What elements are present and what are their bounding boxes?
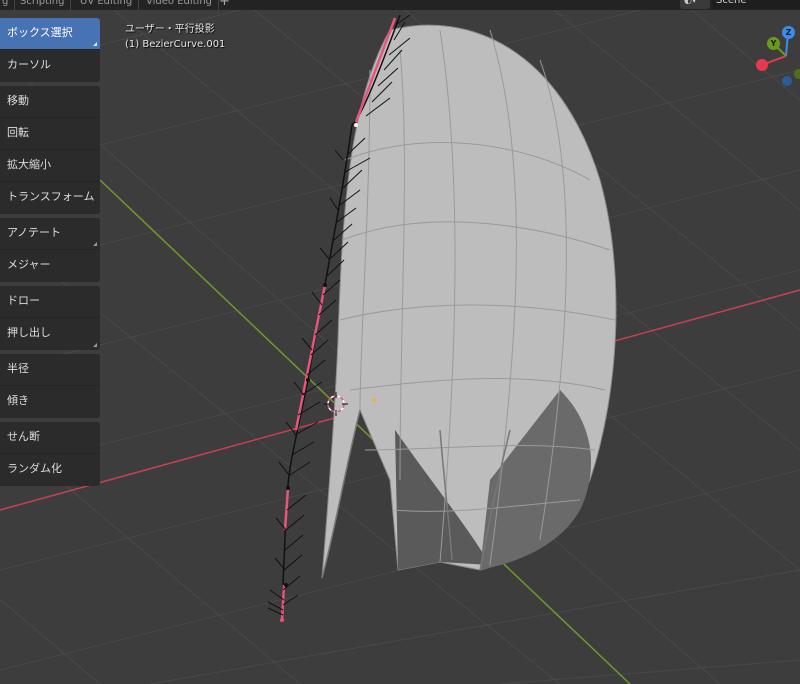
toolbar-group-annotate: アノテート メジャー xyxy=(0,218,100,282)
toolbar-group-radius: 半径 傾き xyxy=(0,354,100,418)
navigation-gizmo[interactable]: Z Y xyxy=(752,22,800,92)
tool-move[interactable]: 移動 xyxy=(0,86,100,118)
control-point[interactable] xyxy=(284,583,288,587)
control-point[interactable] xyxy=(323,283,327,287)
tool-transform[interactable]: トランスフォーム xyxy=(0,182,100,214)
blender-window: g Scripting UV Editing Video Editing + ◐… xyxy=(0,0,800,684)
tool-label: 傾き xyxy=(7,394,29,407)
gizmo-neg-y-button[interactable] xyxy=(794,69,800,79)
control-point[interactable] xyxy=(286,486,290,490)
toolbar-group-transform: 移動 回転 拡大縮小 トランスフォーム xyxy=(0,86,100,214)
tool-label: カーソル xyxy=(7,58,51,71)
tool-radius[interactable]: 半径 xyxy=(0,354,100,386)
3d-viewport[interactable] xyxy=(0,10,800,684)
tab-video-editing[interactable]: Video Editing xyxy=(140,0,220,10)
gizmo-neg-z-button[interactable] xyxy=(782,76,792,86)
toolbar-group-deform: せん断 ランダム化 xyxy=(0,422,100,486)
object-origin-icon xyxy=(372,398,376,402)
tool-rotate[interactable]: 回転 xyxy=(0,118,100,150)
submenu-corner-icon xyxy=(93,42,97,46)
add-workspace-button[interactable]: + xyxy=(219,0,230,9)
control-point[interactable] xyxy=(306,378,310,382)
scene-name-field[interactable]: Scene xyxy=(712,0,800,9)
tab-scripting[interactable]: Scripting xyxy=(14,0,72,10)
tool-shear[interactable]: せん断 xyxy=(0,422,100,454)
tool-draw[interactable]: ドロー xyxy=(0,286,100,318)
gizmo-x-button[interactable] xyxy=(756,59,768,71)
tool-label: ドロー xyxy=(7,294,40,307)
tool-cursor[interactable]: カーソル xyxy=(0,50,100,82)
view-name-label: ユーザー・平行投影 xyxy=(125,24,215,35)
tool-randomize[interactable]: ランダム化 xyxy=(0,454,100,486)
tool-shelf: ボックス選択 カーソル 移動 回転 拡大縮小 トランスフォーム アノテート メジ… xyxy=(0,18,100,490)
tool-label: アノテート xyxy=(7,226,62,239)
tool-extrude[interactable]: 押し出し xyxy=(0,318,100,350)
tool-annotate[interactable]: アノテート xyxy=(0,218,100,250)
workspace-tabs-bar: g Scripting UV Editing Video Editing + ◐… xyxy=(0,0,800,10)
submenu-corner-icon xyxy=(93,242,97,246)
tool-label: ランダム化 xyxy=(7,462,62,475)
tool-tilt[interactable]: 傾き xyxy=(0,386,100,418)
tool-label: トランスフォーム xyxy=(7,190,95,203)
gizmo-z-button[interactable]: Z xyxy=(782,26,795,39)
active-object-label: (1) BezierCurve.001 xyxy=(125,39,226,50)
tool-label: 回転 xyxy=(7,126,29,139)
tool-scale[interactable]: 拡大縮小 xyxy=(0,150,100,182)
scene-icon: ◐▾ xyxy=(684,0,697,6)
tool-label: ボックス選択 xyxy=(7,26,73,39)
scene-browse-button[interactable]: ◐▾ xyxy=(680,0,710,9)
tool-measure[interactable]: メジャー xyxy=(0,250,100,282)
tab-uv-editing[interactable]: UV Editing xyxy=(74,0,140,10)
tool-label: 移動 xyxy=(7,94,29,107)
tool-select-box[interactable]: ボックス選択 xyxy=(0,18,100,50)
control-point[interactable] xyxy=(280,618,284,622)
toolbar-group-draw: ドロー 押し出し xyxy=(0,286,100,350)
toolbar-group-select: ボックス選択 カーソル xyxy=(0,18,100,82)
gizmo-y-button[interactable]: Y xyxy=(767,37,780,50)
tool-label: 拡大縮小 xyxy=(7,158,51,171)
tool-label: 押し出し xyxy=(7,326,51,339)
tool-label: メジャー xyxy=(7,258,51,271)
control-point[interactable] xyxy=(354,123,358,127)
submenu-corner-icon xyxy=(93,343,97,347)
tool-label: せん断 xyxy=(7,430,40,443)
tool-label: 半径 xyxy=(7,362,29,375)
